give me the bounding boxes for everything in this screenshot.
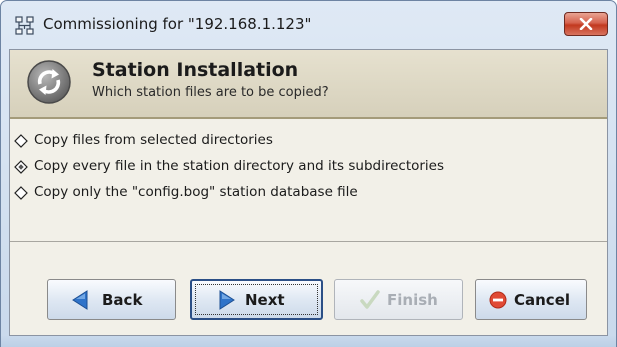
refresh-arrows-icon <box>26 59 72 105</box>
radio-diamond-selected-icon[interactable] <box>14 160 28 174</box>
option-copy-selected-dirs[interactable]: Copy files from selected directories <box>10 129 607 153</box>
checkmark-icon <box>360 290 380 309</box>
next-button-label: Next <box>245 291 285 309</box>
window-title: Commissioning for "192.168.1.123" <box>43 15 312 33</box>
page-subtitle: Which station files are to be copied? <box>92 85 329 100</box>
next-button[interactable]: Next <box>190 279 323 320</box>
finish-button-label: Finish <box>387 291 438 309</box>
back-button-label: Back <box>102 291 143 309</box>
close-button[interactable] <box>564 12 608 36</box>
close-icon <box>579 18 593 30</box>
network-grid-icon <box>15 16 35 36</box>
option-label: Copy only the "config.bog" station datab… <box>34 184 358 200</box>
radio-diamond-icon[interactable] <box>14 134 28 148</box>
header-divider <box>10 117 607 119</box>
window-bottom-frame <box>1 336 616 347</box>
option-copy-every-file[interactable]: Copy every file in the station directory… <box>10 155 607 179</box>
wizard-header: Station Installation Which station files… <box>10 50 607 117</box>
radio-diamond-icon[interactable] <box>14 186 28 200</box>
back-button[interactable]: Back <box>47 279 176 320</box>
button-area-divider <box>10 241 607 242</box>
cancel-button[interactable]: Cancel <box>475 279 587 320</box>
option-label: Copy every file in the station directory… <box>34 158 445 174</box>
right-arrow-icon <box>219 290 235 310</box>
wizard-content: Station Installation Which station files… <box>9 49 608 336</box>
title-bar[interactable]: Commissioning for "192.168.1.123" <box>1 1 616 49</box>
page-title: Station Installation <box>92 59 299 81</box>
option-copy-config-bog-only[interactable]: Copy only the "config.bog" station datab… <box>10 181 607 205</box>
cancel-button-label: Cancel <box>514 291 571 309</box>
finish-button[interactable]: Finish <box>334 279 463 320</box>
commissioning-window: Commissioning for "192.168.1.123" Statio… <box>0 0 617 347</box>
option-label: Copy files from selected directories <box>34 132 273 148</box>
left-arrow-icon <box>72 290 88 310</box>
cancel-icon <box>489 291 507 309</box>
